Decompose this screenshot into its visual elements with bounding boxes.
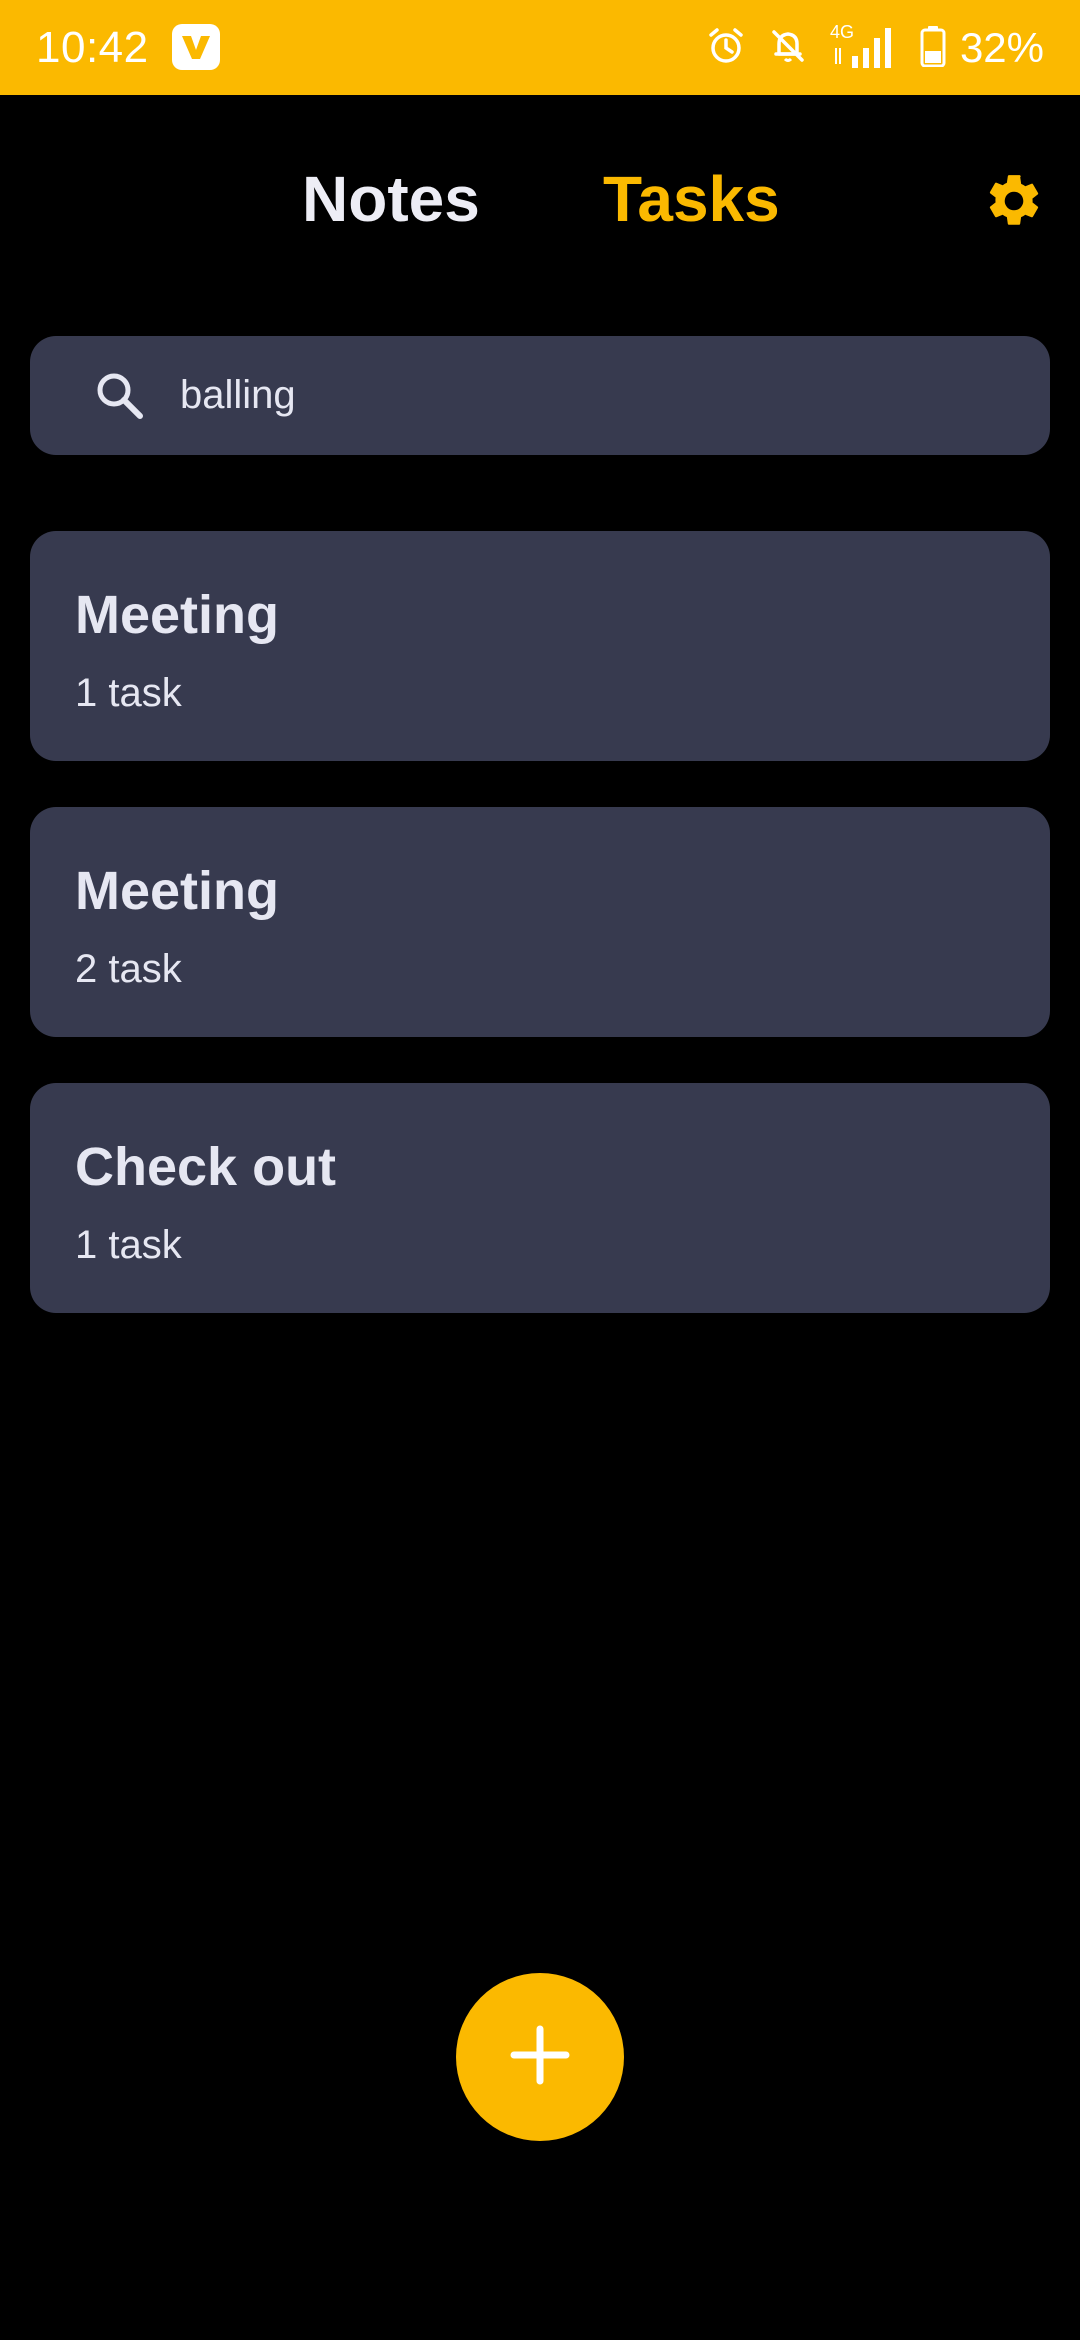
task-list-title: Check out	[75, 1137, 337, 1197]
tab-tasks[interactable]: Tasks	[603, 163, 780, 235]
task-list-card[interactable]: Check out 1 task	[30, 1083, 1050, 1313]
settings-button[interactable]	[978, 167, 1050, 239]
status-bar: 10:42 4G 32%	[0, 0, 1080, 95]
task-list-card[interactable]: Meeting 1 task	[30, 531, 1050, 761]
signal-icon: 4G	[830, 22, 898, 72]
search-icon	[94, 370, 146, 422]
search-input[interactable]	[180, 362, 1000, 428]
gear-icon	[983, 170, 1045, 237]
app-header: Notes Tasks	[0, 95, 1080, 315]
add-task-list-button[interactable]	[456, 1973, 624, 2141]
plus-icon	[508, 2023, 572, 2092]
task-list-card[interactable]: Meeting 2 task	[30, 807, 1050, 1037]
task-list-count: 1 task	[75, 671, 182, 715]
task-list-count: 1 task	[75, 1223, 182, 1267]
battery-percent: 32%	[959, 24, 1044, 71]
v-app-icon	[172, 24, 220, 70]
task-list-title: Meeting	[75, 861, 280, 921]
tab-notes[interactable]: Notes	[302, 163, 480, 235]
status-icons: 4G 32%	[706, 20, 1044, 76]
alarm-icon	[706, 26, 746, 71]
status-time: 10:42	[36, 23, 149, 72]
battery-icon	[920, 25, 946, 72]
task-list-count: 2 task	[75, 947, 182, 991]
bell-off-icon	[768, 26, 808, 71]
search-bar	[30, 336, 1050, 455]
task-list-title: Meeting	[75, 585, 280, 645]
